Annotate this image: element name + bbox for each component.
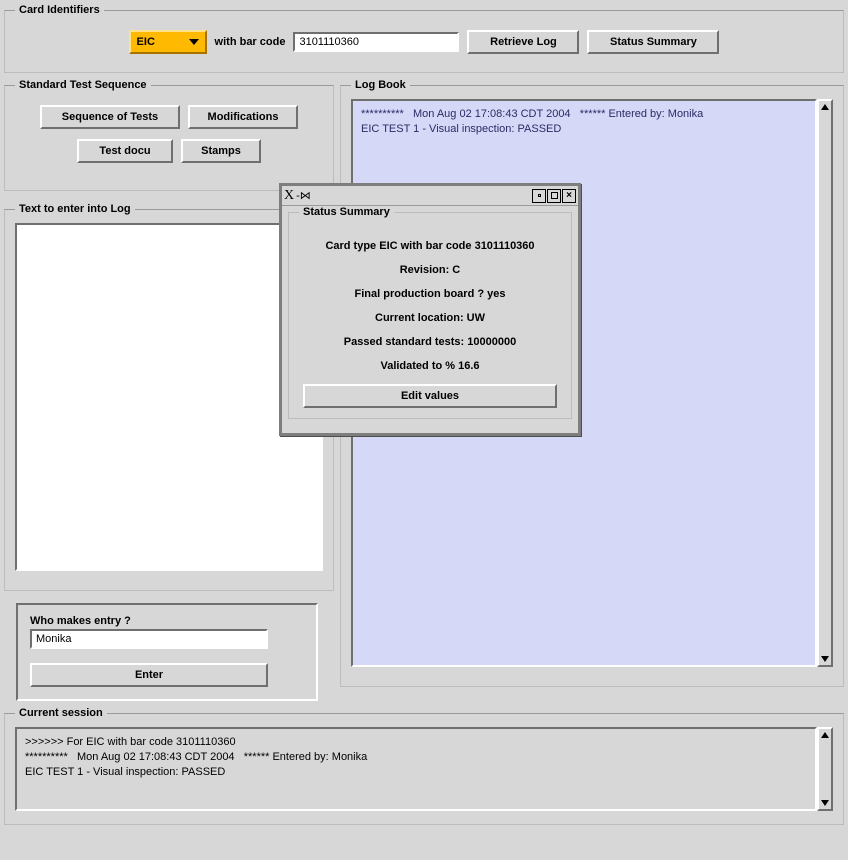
modifications-button[interactable]: Modifications bbox=[188, 105, 298, 129]
current-session-legend: Current session bbox=[15, 707, 107, 719]
status-summary-inner: Status Summary Card type EIC with bar co… bbox=[288, 206, 572, 419]
current-session-scrollbar[interactable] bbox=[817, 727, 833, 811]
status-passed-line: Passed standard tests: 10000000 bbox=[299, 336, 561, 348]
chevron-down-icon bbox=[189, 39, 199, 45]
minimize-button[interactable] bbox=[532, 189, 546, 203]
card-type-select[interactable]: EIC bbox=[129, 30, 207, 54]
stamps-button[interactable]: Stamps bbox=[181, 139, 261, 163]
card-identifiers-legend: Card Identifiers bbox=[15, 4, 104, 16]
text-to-enter-legend: Text to enter into Log bbox=[15, 203, 135, 215]
standard-test-sequence-group: Standard Test Sequence Sequence of Tests… bbox=[4, 79, 334, 191]
test-docu-button[interactable]: Test docu bbox=[77, 139, 173, 163]
who-makes-entry-panel: Who makes entry ? Enter bbox=[16, 603, 318, 701]
who-makes-entry-label: Who makes entry ? bbox=[30, 615, 304, 627]
scroll-up-icon bbox=[821, 732, 829, 738]
edit-values-button[interactable]: Edit values bbox=[303, 384, 557, 408]
card-type-value: EIC bbox=[137, 36, 155, 48]
status-summary-dialog: X -⋈ × Status Summary Card type EIC with… bbox=[279, 183, 581, 436]
scroll-down-icon bbox=[821, 800, 829, 806]
status-revision-line: Revision: C bbox=[299, 264, 561, 276]
log-text-input[interactable] bbox=[15, 223, 323, 571]
log-book-legend: Log Book bbox=[351, 79, 410, 91]
log-book-scrollbar[interactable] bbox=[817, 99, 833, 667]
with-bar-code-label: with bar code bbox=[215, 36, 286, 48]
close-button[interactable]: × bbox=[562, 189, 576, 203]
status-final-line: Final production board ? yes bbox=[299, 288, 561, 300]
dialog-titlebar[interactable]: X -⋈ × bbox=[282, 186, 578, 206]
current-session-group: Current session >>>>>> For EIC with bar … bbox=[4, 707, 844, 825]
sequence-of-tests-button[interactable]: Sequence of Tests bbox=[40, 105, 180, 129]
pin-icon[interactable]: -⋈ bbox=[296, 189, 311, 202]
current-session-text: >>>>>> For EIC with bar code 3101110360 … bbox=[15, 727, 817, 811]
scroll-down-icon bbox=[821, 656, 829, 662]
card-identifiers-group: Card Identifiers EIC with bar code Retri… bbox=[4, 4, 844, 73]
retrieve-log-button[interactable]: Retrieve Log bbox=[467, 30, 579, 54]
bar-code-input[interactable] bbox=[293, 32, 459, 52]
window-menu-icon[interactable]: X bbox=[284, 188, 294, 204]
status-location-line: Current location: UW bbox=[299, 312, 561, 324]
scroll-up-icon bbox=[821, 104, 829, 110]
who-input[interactable] bbox=[30, 629, 268, 649]
standard-test-sequence-legend: Standard Test Sequence bbox=[15, 79, 151, 91]
status-card-line: Card type EIC with bar code 3101110360 bbox=[299, 240, 561, 252]
status-summary-dialog-legend: Status Summary bbox=[299, 206, 394, 218]
enter-button[interactable]: Enter bbox=[30, 663, 268, 687]
status-summary-button[interactable]: Status Summary bbox=[587, 30, 719, 54]
status-validated-line: Validated to % 16.6 bbox=[299, 360, 561, 372]
maximize-button[interactable] bbox=[547, 189, 561, 203]
